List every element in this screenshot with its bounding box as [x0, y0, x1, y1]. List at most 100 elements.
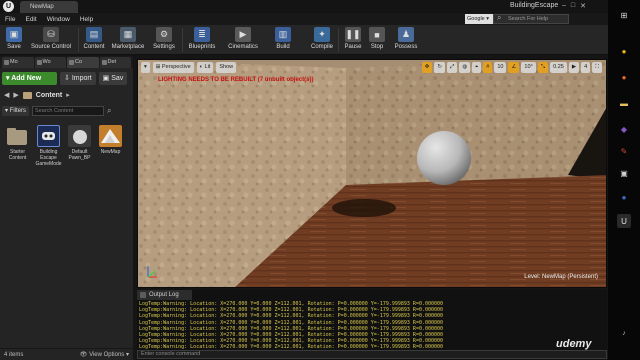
menu-edit[interactable]: Edit — [25, 16, 36, 23]
viewport-snap-controls: ✥ ↻ ⤢ ◍ ⌖ # 10 ∠ 10° ⤡ 0.25 ▶ 4 ⛶ — [421, 62, 602, 73]
cinematics-button[interactable]: ▶ Cinematics — [226, 26, 260, 54]
save-button[interactable]: ▣ Save — [4, 26, 24, 54]
toolbar-separator — [78, 28, 79, 52]
firefox-icon[interactable]: ● — [617, 70, 631, 84]
filter-row: ▾ Filters Search Content ⌕ — [0, 105, 133, 117]
content-icon: ▤ — [86, 27, 102, 42]
level-name: NewMap (Persistent) — [541, 274, 598, 280]
asset-starter-content[interactable]: Starter Content — [4, 125, 31, 167]
menu-window[interactable]: Window — [47, 16, 70, 23]
log-lines: LogTemp:Warning: Location: X=270.000 Y=0… — [139, 301, 605, 351]
import-button[interactable]: ⇩ Import — [60, 71, 96, 85]
main-toolbar: ▣ Save ⛁ Source Control ▤ Content ▦ Mark… — [0, 25, 608, 55]
menu-help[interactable]: Help — [80, 16, 93, 23]
content-search-input[interactable]: Search Content — [32, 106, 105, 116]
scale-tool-icon[interactable]: ⤢ — [446, 62, 458, 73]
cinematics-icon: ▶ — [235, 27, 251, 42]
possess-button[interactable]: ♟ Possess — [392, 26, 420, 54]
tools-icon[interactable]: ✎ — [617, 144, 631, 158]
maximize-button[interactable]: □ — [571, 2, 575, 10]
start-icon[interactable]: ⊞ — [617, 8, 631, 22]
content-footer: 4 items 👁 View Options ▾ — [0, 348, 133, 360]
content-actions: ▾ Add New ⇩ Import ▣ Sav — [0, 70, 133, 86]
pawn-thumbnail-icon — [68, 125, 91, 147]
tab-content-browser[interactable]: Co — [67, 57, 99, 68]
search-provider-select[interactable]: Google ▾ — [465, 14, 493, 24]
build-button[interactable]: ▥ Build — [272, 26, 294, 54]
compile-icon: ✦ — [314, 27, 330, 42]
scale-snap-value[interactable]: 0.25 — [550, 62, 567, 73]
rotate-tool-icon[interactable]: ↻ — [434, 62, 445, 73]
pause-button[interactable]: ❚❚ Pause — [342, 26, 364, 54]
minimize-button[interactable]: – — [562, 2, 566, 10]
folder-icon — [22, 91, 32, 99]
add-new-button[interactable]: ▾ Add New — [2, 71, 57, 85]
help-search-input[interactable]: Search For Help — [493, 14, 569, 24]
show-button[interactable]: Show — [216, 61, 237, 73]
visual-studio-icon[interactable]: ◆ — [617, 122, 631, 136]
maximize-viewport-icon[interactable]: ⛶ — [592, 62, 602, 73]
camera-speed-icon[interactable]: ▶ — [568, 62, 580, 73]
close-button[interactable]: ✕ — [580, 2, 586, 10]
unreal-logo-icon: U — [3, 1, 14, 12]
marketplace-icon: ▦ — [120, 27, 136, 42]
filters-button[interactable]: ▾ Filters — [2, 106, 30, 116]
folder-icon — [6, 125, 29, 147]
world-space-icon[interactable]: ◍ — [459, 62, 471, 73]
viewport-options-button[interactable]: ▾ — [141, 61, 150, 73]
marketplace-button[interactable]: ▦ Marketplace — [110, 26, 146, 54]
floppy-disk-icon: ▣ — [6, 27, 22, 42]
settings-button[interactable]: ⚙ Settings — [150, 26, 178, 54]
asset-grid: Starter Content Building Escape GameMode… — [0, 117, 133, 167]
unreal-engine-icon[interactable]: U — [617, 214, 631, 228]
translate-tool-icon[interactable]: ✥ — [421, 62, 433, 73]
viewport-scene — [138, 60, 606, 287]
build-icon: ▥ — [275, 27, 291, 42]
scale-snap-icon[interactable]: ⤡ — [537, 62, 549, 73]
grid-snap-icon[interactable]: # — [483, 62, 493, 73]
asset-default-pawn[interactable]: Default Pawn_BP — [66, 125, 93, 167]
surface-snap-icon[interactable]: ⌖ — [472, 62, 482, 73]
source-control-button[interactable]: ⛁ Source Control — [28, 26, 74, 54]
rotation-snap-value[interactable]: 10° — [521, 62, 536, 73]
tab-world-outliner[interactable]: Wo — [34, 57, 66, 68]
content-button[interactable]: ▤ Content — [82, 26, 106, 54]
blue-app-icon[interactable]: ● — [617, 190, 631, 204]
windows-taskbar: ⊞ ● ● ▬ ◆ ✎ ▣ ● U ♪ — [608, 0, 640, 360]
tab-modes[interactable]: Mo — [2, 57, 34, 68]
view-options-button[interactable]: 👁 View Options ▾ — [80, 351, 129, 358]
console-command-input[interactable]: Enter console command — [137, 350, 607, 359]
lit-button[interactable]: ◐ Lit — [196, 61, 214, 73]
title-bar: U NewMap BuildingEscape – □ ✕ — [0, 0, 608, 13]
epic-launcher-icon[interactable]: ▣ — [617, 166, 631, 180]
asset-gamemode[interactable]: Building Escape GameMode — [35, 125, 62, 167]
tab-details[interactable]: Det — [99, 57, 131, 68]
speaker-icon[interactable]: ♪ — [617, 326, 631, 340]
menu-file[interactable]: File — [5, 16, 15, 23]
folder-icon[interactable]: ▬ — [617, 96, 631, 110]
tab-output-log[interactable]: Output Log — [137, 290, 192, 300]
save-all-button[interactable]: ▣ Sav — [98, 71, 128, 85]
level-viewport[interactable]: ▾ ⊞ Perspective ◐ Lit Show ✥ ↻ ⤢ ◍ ⌖ # 1… — [137, 59, 607, 288]
tab-newmap[interactable]: NewMap — [20, 1, 78, 13]
breadcrumb-content[interactable]: Content — [36, 92, 62, 99]
source-control-icon: ⛁ — [43, 27, 59, 42]
back-arrow-icon[interactable]: ◀ — [4, 91, 9, 99]
rotation-snap-icon[interactable]: ∠ — [508, 62, 520, 73]
project-name: BuildingEscape — [510, 2, 559, 9]
possess-icon: ♟ — [398, 27, 414, 42]
asset-newmap[interactable]: NewMap — [97, 125, 124, 167]
perspective-button[interactable]: ⊞ Perspective — [152, 61, 194, 73]
forward-arrow-icon[interactable]: ▶ — [13, 91, 18, 99]
compile-button[interactable]: ✦ Compile — [308, 26, 336, 54]
grid-size-value[interactable]: 10 — [494, 62, 507, 73]
stop-button[interactable]: ■ Stop — [368, 26, 386, 54]
gear-icon: ⚙ — [156, 27, 172, 42]
chevron-right-icon[interactable]: ▸ — [66, 91, 70, 99]
chrome-icon[interactable]: ● — [617, 44, 631, 58]
help-search: Google ▾ Search For Help — [465, 14, 569, 24]
item-count: 4 items — [4, 351, 24, 358]
camera-speed-value[interactable]: 4 — [581, 62, 591, 73]
gamemode-thumbnail-icon — [37, 125, 60, 147]
blueprints-button[interactable]: ≣ Blueprints — [186, 26, 218, 54]
